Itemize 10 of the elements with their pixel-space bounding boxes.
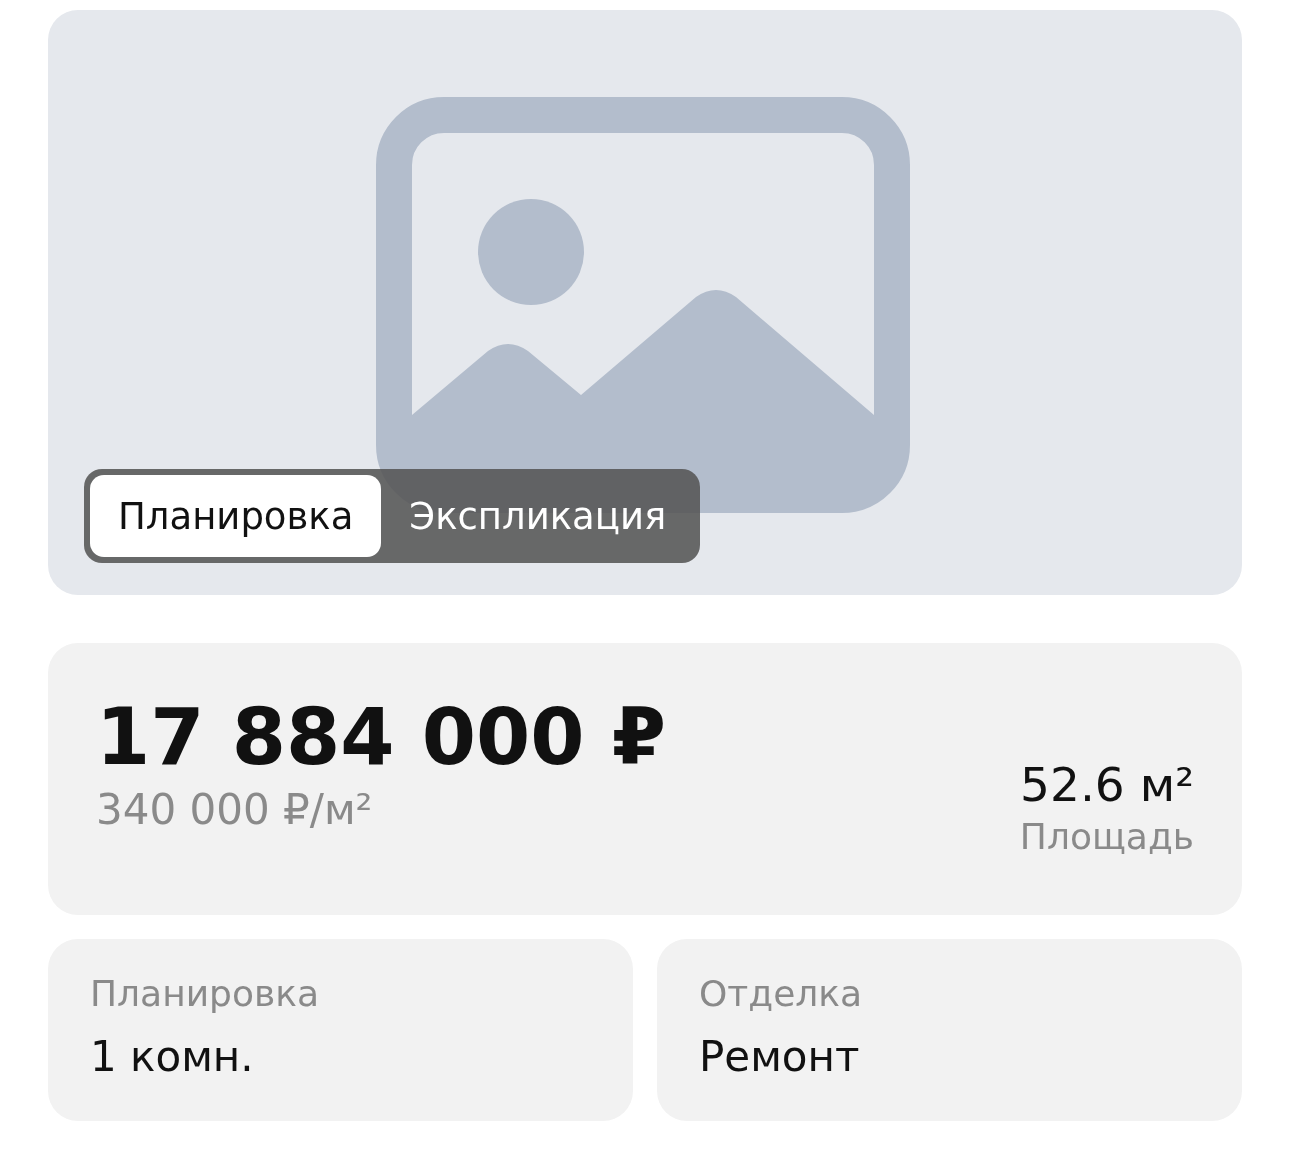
price-per-meter: 340 000 ₽/м²: [96, 784, 374, 834]
info-value: 1 комн.: [90, 1032, 255, 1081]
area-label: Площадь: [1019, 816, 1194, 857]
total-price: 17 884 000 ₽: [96, 695, 666, 781]
info-label: Отделка: [699, 973, 864, 1014]
info-label: Планировка: [90, 973, 320, 1014]
info-value: Ремонт: [699, 1032, 861, 1081]
tab[interactable]: Экспликация: [381, 475, 695, 557]
area-value: 52.6 м²: [1020, 757, 1194, 812]
tab[interactable]: Планировка: [90, 475, 382, 557]
